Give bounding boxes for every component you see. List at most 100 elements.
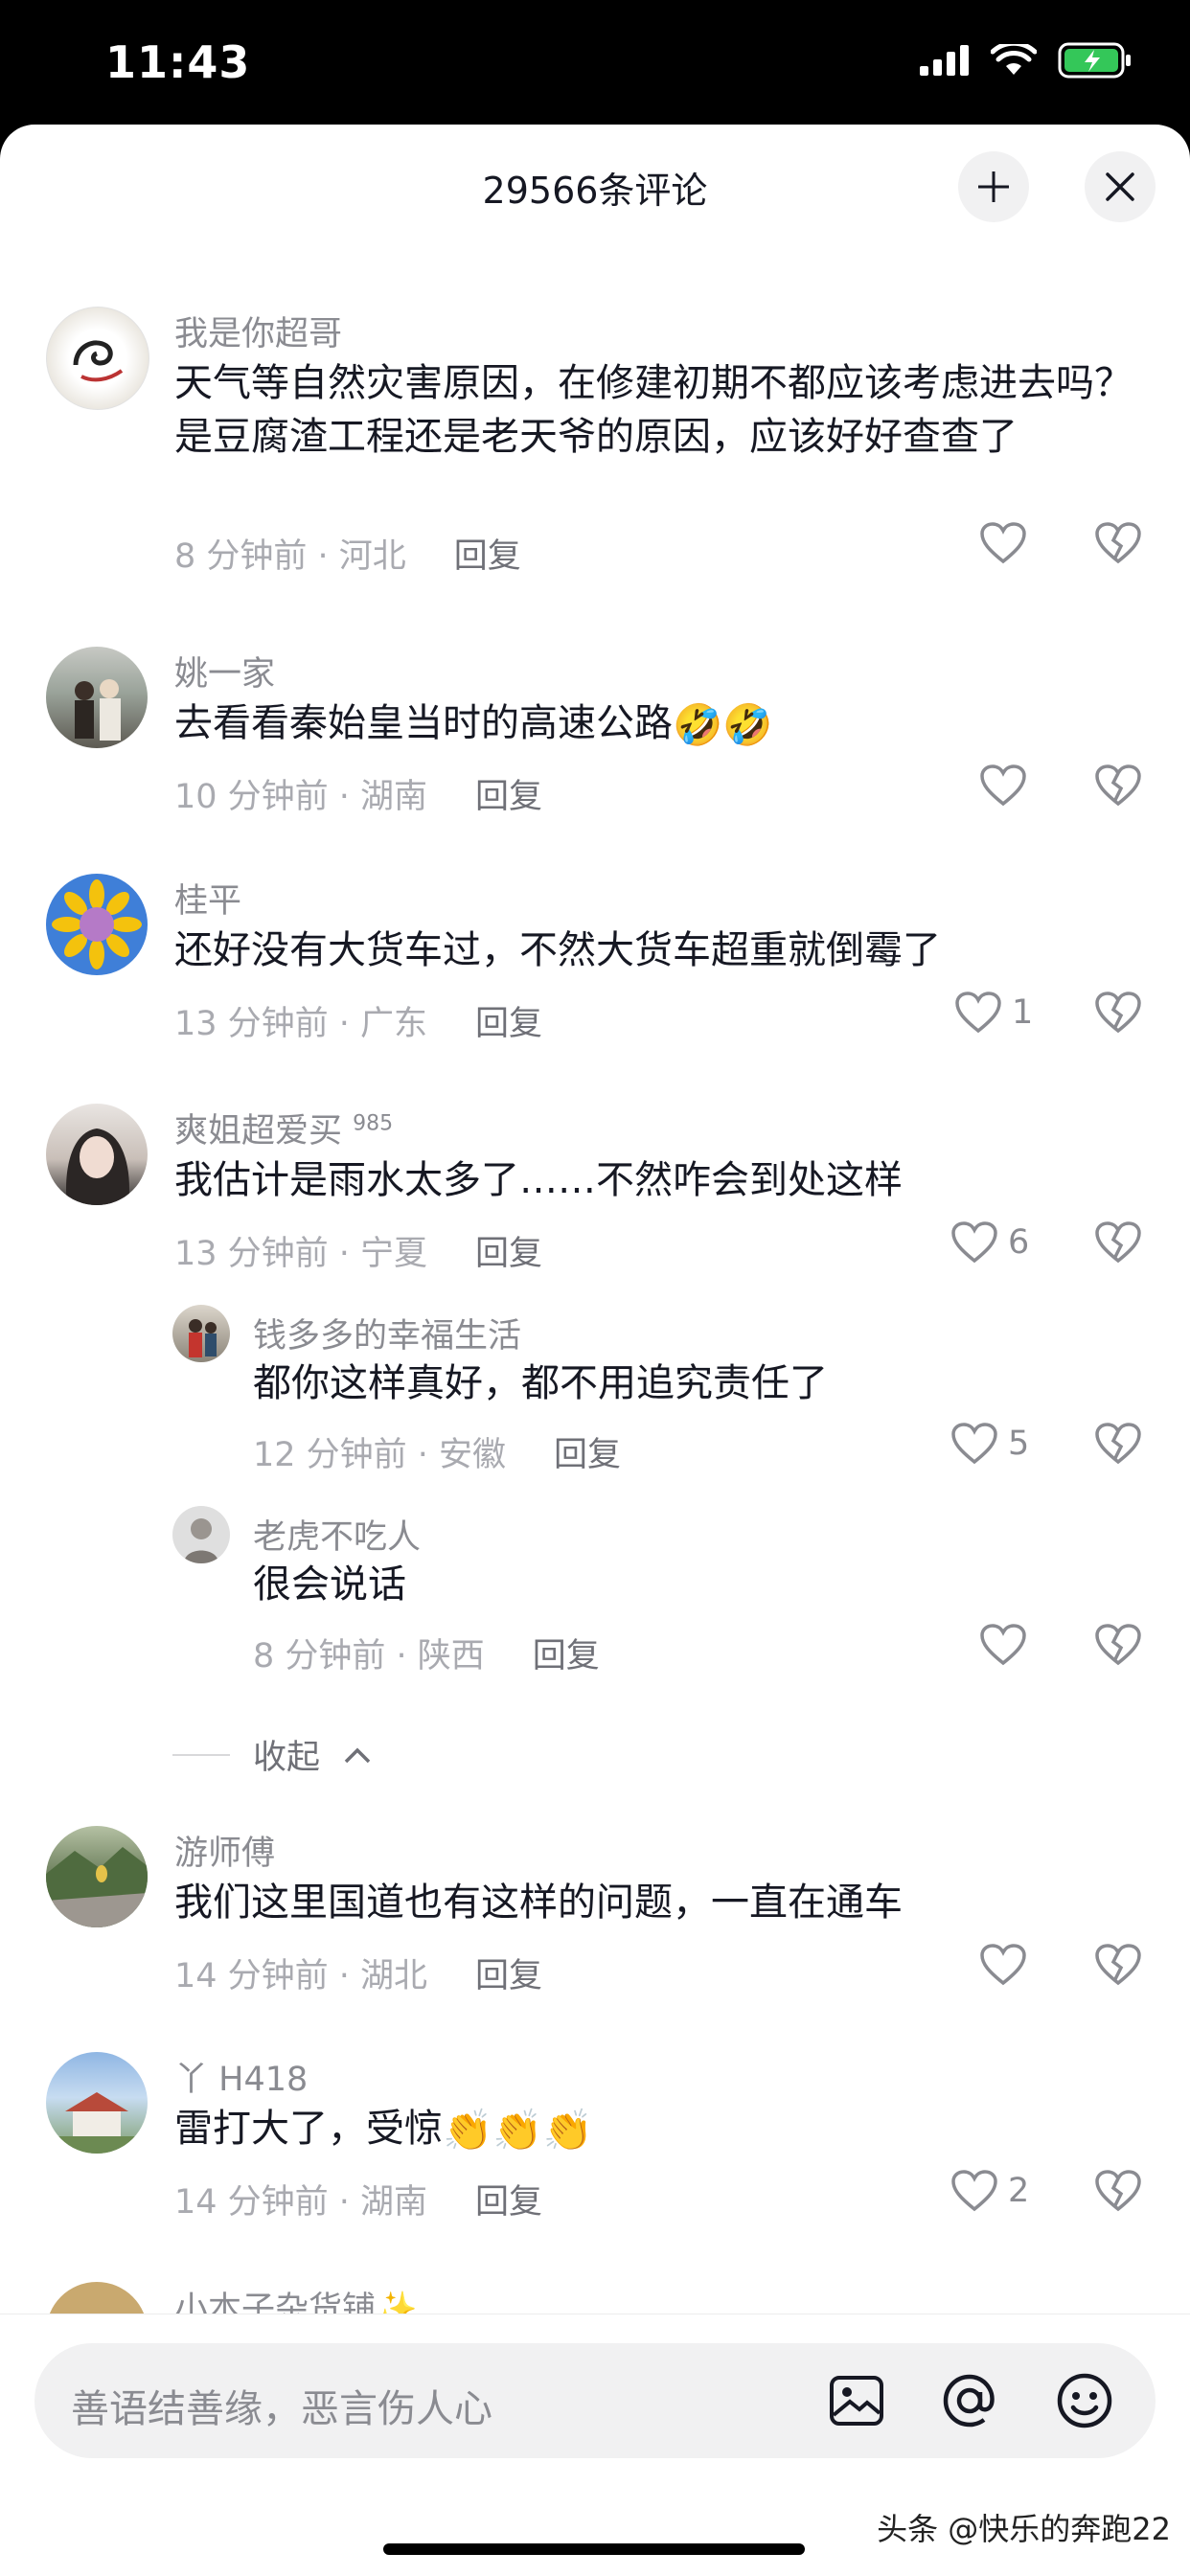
heart-icon (980, 764, 1026, 807)
comment-sheet: 29566条评论 我是你超哥 天气等自然灾害原因，在修建初期不都应该考虑进去吗？… (0, 125, 1190, 2575)
heart-icon (951, 2170, 997, 2212)
like-button[interactable]: 1 (954, 991, 1033, 1035)
avatar[interactable] (46, 2052, 148, 2154)
comment-author[interactable]: 姚一家 (174, 647, 275, 695)
comment-time-location: 14 分钟前 · 湖南 (174, 2183, 428, 2222)
broken-heart-icon (1095, 1944, 1141, 1986)
dislike-button[interactable] (1094, 764, 1142, 811)
reply-button[interactable]: 回复 (454, 537, 521, 576)
like-button[interactable] (979, 764, 1037, 808)
reply-button[interactable]: 回复 (554, 1436, 621, 1474)
broken-heart-icon (1095, 1624, 1141, 1666)
at-icon (943, 2374, 995, 2428)
avatar-landscape-icon (46, 1847, 148, 1927)
comment-meta: 12 分钟前 · 安徽 回复 (253, 1427, 621, 1476)
like-button[interactable]: 5 (950, 1422, 1029, 1466)
comment-meta: 14 分钟前 · 湖北 回复 (174, 1949, 542, 1997)
sheet-header: 29566条评论 (0, 125, 1190, 239)
reply-button[interactable]: 回复 (475, 1005, 542, 1043)
emoji-button[interactable] (1050, 2366, 1119, 2435)
avatar[interactable] (46, 1826, 148, 1927)
reply-button[interactable]: 回复 (475, 1235, 542, 1273)
comment-author[interactable]: 钱多多的幸福生活 (253, 1309, 521, 1357)
image-icon (830, 2376, 883, 2426)
avatar[interactable] (172, 1305, 230, 1362)
comment-time-location: 12 分钟前 · 安徽 (253, 1436, 507, 1474)
avatar-person-icon (184, 1518, 218, 1563)
dislike-button[interactable] (1094, 1220, 1142, 1268)
comment-text: 很会说话 (253, 1562, 406, 1607)
avatar-portrait-icon (66, 1128, 129, 1205)
minimize-icon (978, 171, 1009, 202)
dislike-button[interactable] (1094, 1943, 1142, 1991)
like-button[interactable]: 6 (950, 1220, 1029, 1265)
collapse-replies-button[interactable]: 收起 (172, 1730, 372, 1779)
comment-input-placeholder: 善语结善缘，恶言伤人心 (71, 2387, 492, 2431)
minimize-button[interactable] (958, 151, 1029, 222)
dislike-button[interactable] (1094, 991, 1142, 1038)
comment-text: 我们这里国道也有这样的问题，一直在通车 (174, 1881, 903, 1925)
comment-text: 我估计是雨水太多了……不然咋会到处这样 (174, 1158, 903, 1202)
broken-heart-icon (1095, 1423, 1141, 1465)
comment-author[interactable]: 桂平 (174, 874, 241, 923)
chevron-up-icon (344, 1747, 371, 1763)
comment-meta: 14 分钟前 · 湖南 回复 (174, 2175, 542, 2223)
broken-heart-icon (1095, 522, 1141, 564)
comment-author[interactable]: 我是你超哥 (174, 307, 342, 355)
comment-author[interactable]: 游师傅 (174, 1826, 275, 1875)
avatar[interactable] (172, 1506, 230, 1563)
like-button[interactable]: 2 (950, 2169, 1029, 2213)
reply-button[interactable]: 回复 (533, 1637, 600, 1676)
comment-time-location: 13 分钟前 · 宁夏 (174, 1235, 428, 1273)
comment-meta: 8 分钟前 · 河北 回复 (174, 529, 521, 578)
home-indicator (383, 2543, 805, 2555)
comment-author[interactable]: 丫 H418 (174, 2052, 308, 2101)
watermark: 头条 @快乐的奔跑22 (877, 2511, 1171, 2547)
reply-button[interactable]: 回复 (475, 778, 542, 816)
avatar[interactable] (46, 874, 148, 975)
comment-meta: 13 分钟前 · 广东 回复 (174, 996, 542, 1045)
comment-text: 都你这样真好，都不用追究责任了 (253, 1361, 828, 1405)
comment-meta: 10 分钟前 · 湖南 回复 (174, 769, 542, 818)
avatar[interactable] (46, 647, 148, 748)
battery-icon (1058, 42, 1131, 79)
like-count: 5 (1008, 1425, 1030, 1463)
dislike-button[interactable] (1094, 1623, 1142, 1671)
reply-button[interactable]: 回复 (475, 2183, 542, 2222)
comment-author[interactable]: 爽姐超爱买 985 (174, 1104, 393, 1152)
comment-text: 还好没有大货车过，不然大货车超重就倒霉了 (174, 928, 941, 972)
heart-icon (980, 522, 1026, 564)
author-badge: 985 (353, 1111, 394, 1136)
like-button[interactable] (979, 1943, 1037, 1987)
dislike-button[interactable] (1094, 521, 1142, 569)
heart-icon (951, 1221, 997, 1264)
mention-button[interactable] (935, 2366, 1004, 2435)
image-button[interactable] (822, 2366, 891, 2435)
like-button[interactable] (979, 521, 1037, 565)
clapping-emoji: 👏👏👏 (443, 2107, 593, 2154)
broken-heart-icon (1095, 764, 1141, 807)
comment-time-location: 14 分钟前 · 湖北 (174, 1957, 428, 1995)
comment-text: 天气等自然灾害原因，在修建初期不都应该考虑进去吗？是豆腐渣工程还是老天爷的原因，… (174, 361, 1133, 459)
signal-icon (920, 45, 969, 76)
heart-icon (980, 1624, 1026, 1666)
avatar[interactable] (46, 1104, 148, 1205)
status-bar: 11:43 (0, 0, 1190, 125)
sunflower-icon (52, 879, 142, 969)
dislike-button[interactable] (1094, 2169, 1142, 2217)
broken-heart-icon (1095, 2170, 1141, 2212)
heart-icon (955, 992, 1001, 1034)
reply-button[interactable]: 回复 (475, 1957, 542, 1995)
broken-heart-icon (1095, 1221, 1141, 1264)
wifi-icon (991, 44, 1037, 75)
comment-text-body: 去看看秦始皇当时的高速公路 (174, 701, 673, 745)
close-button[interactable] (1085, 151, 1156, 222)
like-button[interactable] (979, 1623, 1037, 1667)
close-icon (1106, 172, 1134, 201)
dislike-button[interactable] (1094, 1422, 1142, 1470)
avatar[interactable] (46, 307, 149, 410)
avatar-people-icon (75, 679, 121, 741)
comment-input[interactable]: 善语结善缘，恶言伤人心 (34, 2343, 1156, 2458)
comment-author[interactable]: 老虎不吃人 (253, 1510, 421, 1559)
avatar-logo-icon (73, 340, 124, 382)
